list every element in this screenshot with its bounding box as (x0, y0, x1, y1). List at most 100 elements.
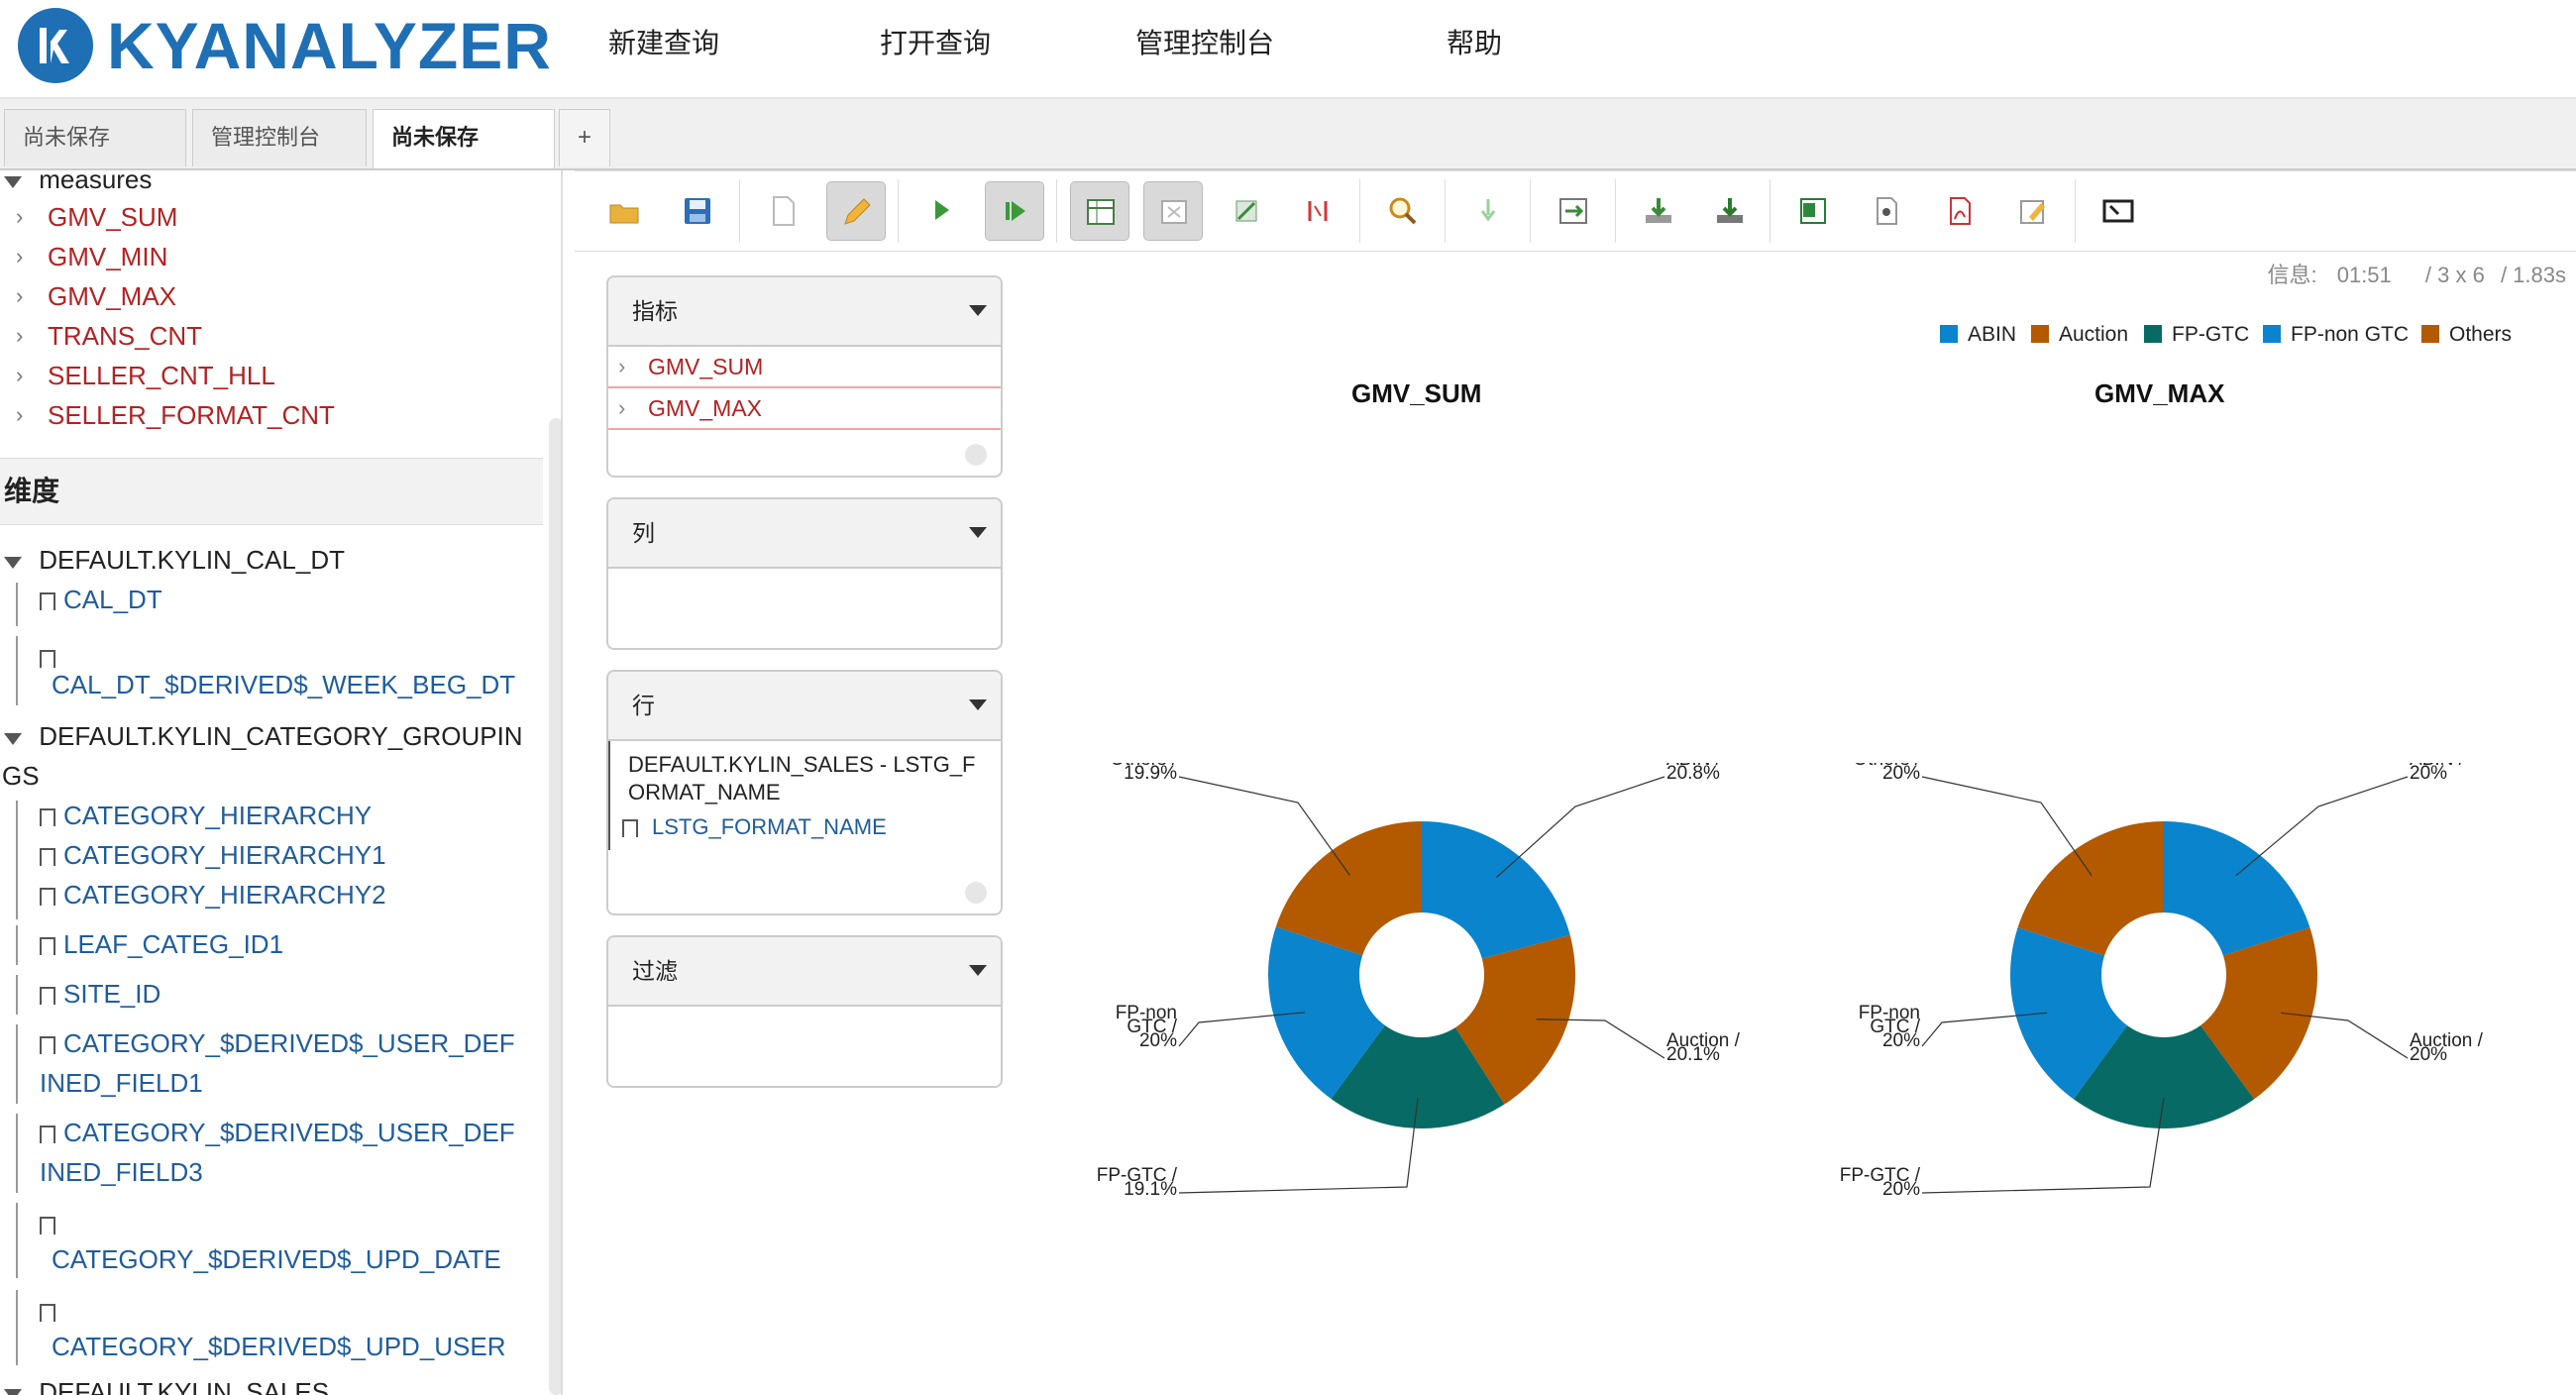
rows-level-lstg-format-name[interactable]: LSTG_FORMAT_NAME (622, 814, 887, 840)
excel-icon[interactable] (1783, 181, 1843, 241)
caret-down-icon[interactable] (969, 699, 987, 710)
tree-line (16, 801, 18, 919)
download-all-icon[interactable] (1700, 181, 1760, 241)
zoom-icon[interactable] (1373, 181, 1433, 241)
dimension-category-hierarchy[interactable]: CATEGORY_HIERARCHY (40, 801, 372, 831)
tree-line (608, 741, 610, 850)
toolbar (575, 170, 2576, 252)
filter-panel-header[interactable]: 过滤 (608, 937, 1001, 1007)
clear-icon[interactable] (965, 444, 987, 466)
edit-doc-icon[interactable] (2003, 181, 2063, 241)
dimension-user-defined-field1-cont[interactable]: INED_FIELD1 (40, 1068, 203, 1099)
dimension-upd-date[interactable]: CATEGORY_$DERIVED$_UPD_DATE (52, 1244, 501, 1275)
tab-unsaved-3[interactable]: 尚未保存 (3)✕ (373, 109, 555, 205)
dimension-cal-dt[interactable]: CAL_DT (40, 585, 162, 615)
open-folder-icon[interactable] (594, 181, 654, 241)
edit-pencil-icon[interactable] (826, 181, 886, 241)
chart-title-gmv-max: GMV_MAX (2094, 378, 2225, 408)
bookmark-icon (40, 937, 55, 956)
bookmark-icon (40, 1296, 63, 1327)
legend-item-others[interactable]: Others (2421, 323, 2512, 347)
hide-empty-icon[interactable] (1143, 181, 1203, 241)
download-icon[interactable] (1629, 181, 1688, 241)
bookmark-icon (40, 1036, 55, 1055)
columns-panel-header[interactable]: 列 (608, 499, 1001, 569)
table-view-icon[interactable] (1070, 181, 1129, 241)
legend-item-auction[interactable]: Auction (2031, 323, 2128, 347)
rows-panel-header[interactable]: 行 (608, 672, 1001, 741)
dimension-upd-user[interactable]: CATEGORY_$DERIVED$_UPD_USER (52, 1332, 506, 1362)
tab-admin-console[interactable]: 管理控制台✕ (192, 109, 367, 205)
dimension-category-hierarchy1[interactable]: CATEGORY_HIERARCHY1 (40, 840, 386, 871)
fullscreen-icon[interactable] (2089, 181, 2148, 241)
dimension-group-category[interactable]: DEFAULT.KYLIN_CATEGORY_GROUPIN (4, 721, 523, 752)
csv-icon[interactable] (1857, 181, 1916, 241)
bookmark-icon (40, 642, 63, 673)
caret-down-icon[interactable] (969, 965, 987, 976)
tree-line (16, 1114, 18, 1193)
drill-down-icon[interactable] (1458, 181, 1518, 241)
dimension-user-defined-field3-cont[interactable]: INED_FIELD3 (40, 1157, 203, 1188)
legend-swatch (2144, 325, 2162, 343)
caret-down-icon (4, 733, 22, 745)
dimension-group-cal-dt[interactable]: DEFAULT.KYLIN_CAL_DT (4, 545, 345, 576)
tree-line (16, 975, 18, 1015)
rows-level-group[interactable]: DEFAULT.KYLIN_SALES - LSTG_F ORMAT_NAME (628, 751, 976, 806)
measure-gmv-sum[interactable]: GMV_SUM (48, 202, 177, 233)
dimension-user-defined-field1[interactable]: CATEGORY_$DERIVED$_USER_DEF (40, 1028, 515, 1059)
dimension-category-hierarchy2[interactable]: CATEGORY_HIERARCHY2 (40, 880, 386, 911)
caret-down-icon[interactable] (969, 305, 987, 316)
tree-line (16, 1203, 18, 1278)
nav-new-query[interactable]: 新建查询 (608, 22, 719, 61)
save-icon[interactable] (668, 181, 727, 241)
dimension-user-defined-field3[interactable]: CATEGORY_$DERIVED$_USER_DEF (40, 1118, 515, 1148)
caret-down-icon[interactable] (969, 527, 987, 538)
panel-measure-gmv-max[interactable]: › GMV_MAX (608, 388, 1001, 430)
dimension-site-id[interactable]: SITE_ID (40, 979, 161, 1010)
legend-item-fp-gtc[interactable]: FP-GTC (2144, 323, 2249, 347)
panel-measure-gmv-sum[interactable]: › GMV_SUM (608, 347, 1001, 388)
add-tab-button[interactable]: + (559, 109, 610, 166)
tree-line (16, 583, 18, 626)
slice-label: FP-GTC /19.1% (1097, 1165, 1178, 1200)
legend-item-abin[interactable]: ABIN (1940, 323, 2016, 347)
measure-trans-cnt[interactable]: TRANS_CNT (48, 321, 202, 352)
measure-gmv-min[interactable]: GMV_MIN (48, 242, 167, 272)
export-icon[interactable] (1544, 181, 1603, 241)
non-empty-icon[interactable] (1288, 181, 1347, 241)
columns-panel: 列 (606, 497, 1003, 650)
nav-admin-console[interactable]: 管理控制台 (1135, 22, 1274, 61)
clear-icon[interactable] (965, 882, 987, 904)
legend-swatch (1940, 325, 1958, 343)
bookmark-icon (40, 848, 55, 867)
top-bar: KYANALYZER 新建查询 打开查询 管理控制台 帮助 (0, 0, 2576, 99)
measure-seller-cnt-hll[interactable]: SELLER_CNT_HLL (48, 361, 275, 391)
measures-panel: 指标 › GMV_SUM › GMV_MAX (606, 275, 1003, 478)
new-file-icon[interactable] (753, 181, 812, 241)
pie-slice-abin[interactable] (1422, 821, 1570, 959)
nav-open-query[interactable]: 打开查询 (880, 22, 991, 61)
chart-title-gmv-sum: GMV_SUM (1351, 378, 1482, 408)
info-time: 01:51 (2336, 263, 2392, 287)
slice-label: FP-GTC /20% (1840, 1165, 1921, 1200)
slice-label: Auction /20% (2410, 1030, 2484, 1065)
nav-help[interactable]: 帮助 (1447, 22, 1502, 61)
measure-gmv-max[interactable]: GMV_MAX (48, 281, 176, 312)
dimension-group-sales[interactable]: DEFAULT.KYLIN_SALES (4, 1377, 329, 1395)
measures-header[interactable]: measures (4, 170, 152, 195)
bookmark-icon (40, 1209, 63, 1239)
dimension-leaf-categ-id1[interactable]: LEAF_CATEG_ID1 (40, 929, 283, 960)
run-icon[interactable] (912, 181, 971, 241)
dimension-cal-dt-week-beg[interactable]: CAL_DT_$DERIVED$_WEEK_BEG_DT (52, 670, 515, 700)
chevron-right-icon: › (16, 323, 24, 348)
auto-run-icon[interactable] (985, 181, 1044, 241)
swap-axes-icon[interactable] (1217, 181, 1276, 241)
legend-swatch (2031, 325, 2049, 343)
measure-seller-format-cnt[interactable]: SELLER_FORMAT_CNT (48, 400, 335, 431)
pdf-icon[interactable] (1930, 181, 1989, 241)
sidebar-scrollbar[interactable] (549, 418, 561, 1395)
tab-unsaved-1[interactable]: 尚未保存 (1)✕ (4, 109, 186, 205)
legend-item-fp-non-gtc[interactable]: FP-non GTC (2263, 323, 2409, 347)
slice-label: ABIN /20% (2410, 763, 2465, 784)
measures-panel-header[interactable]: 指标 (608, 277, 1001, 347)
